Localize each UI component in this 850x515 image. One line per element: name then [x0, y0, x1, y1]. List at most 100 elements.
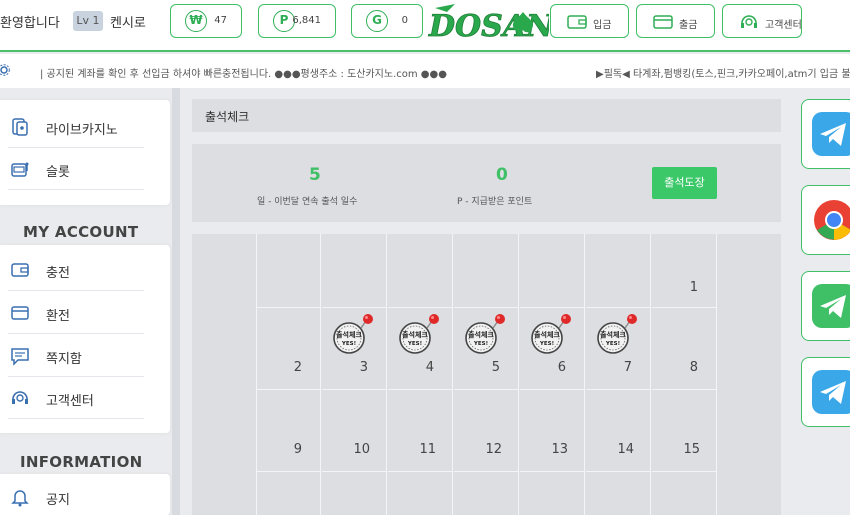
headset-icon — [12, 391, 28, 404]
svg-text:출석체크: 출석체크 — [600, 330, 626, 339]
rail-telegram-1[interactable] — [801, 99, 850, 169]
username[interactable]: 켄시로 — [110, 12, 146, 31]
calendar-day-number: 13 — [551, 442, 568, 457]
rail-telegram-2[interactable] — [801, 357, 850, 427]
notice-bar: | 공지된 계좌를 확인 후 선입금 하셔야 빠른충전됩니다. ●●●평생주소 … — [0, 54, 850, 88]
page-title: 출석체크 — [205, 110, 250, 124]
calendar-day-number: 12 — [485, 442, 502, 457]
svg-text:YES!: YES! — [473, 341, 488, 347]
sidebar-item-live-casino[interactable]: 라이브카지노 — [8, 106, 144, 148]
attendance-stamp-icon: 출석체크 YES! — [399, 314, 439, 354]
days-label: 일 - 이번달 연속 출석 일수 — [257, 197, 358, 207]
sidebar-scrollbar[interactable] — [172, 88, 180, 515]
sidebar-item-customer-center[interactable]: 고객센터 — [8, 377, 144, 419]
gold-icon: G — [366, 10, 388, 32]
calendar-day-cell: 1 — [652, 234, 717, 308]
point-balance-value: 6,841 — [292, 15, 321, 26]
message-icon — [11, 348, 29, 366]
calendar-day-cell: 3 출석체크 YES! — [322, 308, 387, 390]
attendance-stamp-icon: 출석체크 YES! — [597, 314, 637, 354]
rail-chrome[interactable] — [801, 185, 850, 255]
attendance-calendar: 1 2 3 출석체크 YES! 4 출석체크 YES! 5 출석체크 YES! 6 출석체크 YES! 7 출… — [192, 234, 781, 515]
notice-text-2: ▶필독◀ 타계좌,펌뱅킹(토스,핀크,카카오페이,atm기 입금 불가 — [596, 69, 850, 80]
sidebar-item-label: 슬롯 — [46, 165, 70, 180]
days-value: 5 — [309, 165, 321, 185]
notice-text: | 공지된 계좌를 확인 후 선입금 하셔야 빠른충전됩니다. ●●●평생주소 … — [40, 69, 447, 80]
wallet-icon — [567, 15, 587, 29]
attendance-stamp-icon: 출석체크 YES! — [333, 314, 373, 354]
slot-machine-icon — [11, 162, 29, 177]
deposit-label: 입금 — [593, 20, 612, 31]
calendar-day-cell — [652, 472, 717, 515]
calendar-day-number: 7 — [623, 360, 632, 375]
level-badge: Lv 1 — [73, 11, 103, 31]
won-icon: ₩ — [185, 10, 207, 32]
dosan-logo[interactable]: DOSAN — [425, 2, 549, 46]
won-balance-value: 47 — [214, 15, 227, 26]
svg-text:YES!: YES! — [539, 341, 554, 347]
rail-message-app[interactable] — [801, 271, 850, 341]
points-value: 0 — [496, 165, 508, 185]
calendar-day-cell: 10 — [322, 390, 387, 472]
svg-text:YES!: YES! — [341, 341, 356, 347]
calendar-day-cell: 8 — [652, 308, 717, 390]
calendar-day-cell: 14 — [586, 390, 651, 472]
calendar-day-cell — [322, 234, 387, 308]
sidebar-games: 라이브카지노 슬롯 — [0, 100, 170, 205]
telegram-icon — [812, 112, 850, 156]
top-header: 환영합니다 Lv 1 켄시로 ₩ 47 P 6,841 G 0 DOSAN 입금… — [0, 0, 850, 52]
customer-center-button[interactable]: 고객센터 — [722, 4, 802, 38]
calendar-day-cell: 7 출석체크 YES! — [586, 308, 651, 390]
sidebar-item-slot[interactable]: 슬롯 — [8, 148, 144, 190]
withdraw-button[interactable]: 출금 — [636, 4, 715, 38]
headset-icon — [741, 15, 757, 28]
withdraw-label: 출금 — [679, 20, 698, 31]
message-app-icon — [812, 284, 850, 328]
calendar-day-number: 5 — [491, 360, 500, 375]
sidebar-info: 공지 — [0, 474, 170, 515]
customer-center-label: 고객센터 — [765, 20, 802, 31]
calendar-day-number: 8 — [689, 360, 698, 375]
bell-icon — [11, 490, 29, 507]
calendar-day-cell — [586, 472, 651, 515]
information-title: INFORMATION — [20, 453, 143, 471]
calendar-day-cell — [322, 472, 387, 515]
point-balance[interactable]: P 6,841 — [258, 4, 336, 38]
gold-balance[interactable]: G 0 — [351, 4, 423, 38]
svg-text:출석체크: 출석체크 — [468, 330, 494, 339]
calendar-day-cell: 9 — [256, 390, 321, 472]
calendar-day-cell: 11 — [388, 390, 453, 472]
telegram-icon — [812, 370, 850, 414]
sidebar-item-label: 라이브카지노 — [46, 123, 118, 138]
calendar-day-cell: 12 — [454, 390, 519, 472]
sidebar-item-exchange[interactable]: 환전 — [8, 292, 144, 334]
sidebar-item-notice[interactable]: 공지 — [8, 476, 144, 515]
calendar-day-number: 11 — [419, 442, 436, 457]
casino-cards-icon — [12, 118, 28, 136]
calendar-day-cell: 4 출석체크 YES! — [388, 308, 453, 390]
attendance-stamp-icon: 출석체크 YES! — [531, 314, 571, 354]
calendar-day-cell — [256, 472, 321, 515]
calendar-day-cell — [520, 472, 585, 515]
calendar-day-cell — [586, 234, 651, 308]
calendar-day-number: 3 — [359, 360, 368, 375]
deposit-button[interactable]: 입금 — [550, 4, 629, 38]
chrome-icon — [814, 200, 850, 240]
sidebar-item-charge[interactable]: 충전 — [8, 249, 144, 291]
svg-text:YES!: YES! — [605, 341, 620, 347]
sidebar-item-label: 충전 — [46, 266, 70, 281]
svg-text:출석체크: 출석체크 — [534, 330, 560, 339]
sidebar-item-label: 쪽지함 — [46, 352, 82, 367]
points-label: P - 지급받은 포인트 — [457, 197, 533, 207]
calendar-day-cell: 5 출석체크 YES! — [454, 308, 519, 390]
won-balance[interactable]: ₩ 47 — [170, 4, 242, 38]
calendar-day-number: 10 — [353, 442, 370, 457]
card-icon — [653, 15, 673, 29]
svg-text:출석체크: 출석체크 — [336, 330, 362, 339]
calendar-day-cell — [454, 234, 519, 308]
svg-text:YES!: YES! — [407, 341, 422, 347]
calendar-day-cell — [454, 472, 519, 515]
sidebar-item-messages[interactable]: 쪽지함 — [8, 335, 144, 377]
sidebar-item-label: 공지 — [46, 493, 70, 508]
attendance-stamp-button[interactable]: 출석도장 — [652, 167, 717, 199]
